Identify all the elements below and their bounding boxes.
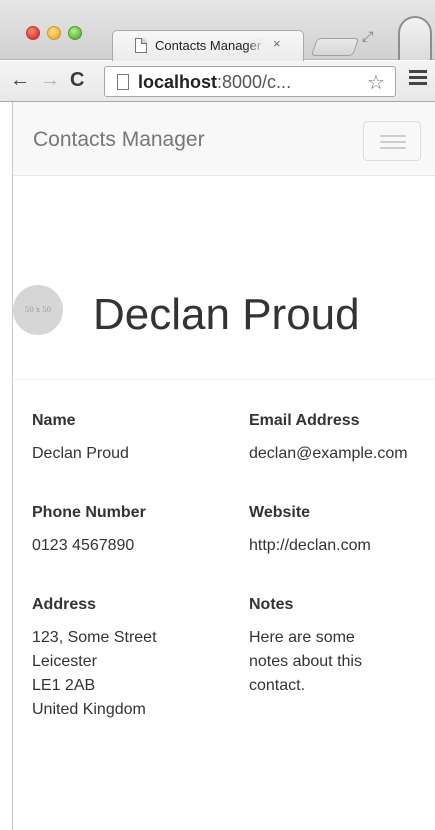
address-bar[interactable]: localhost:8000/c... ☆ [104,66,396,97]
phone-field: Phone Number 0123 4567890 [32,504,232,558]
tab-close-icon[interactable]: × [273,36,281,51]
website-field: Website http://declan.com [249,504,435,558]
new-tab-button[interactable] [310,38,360,56]
page-icon [135,38,147,53]
web-page: Contacts Manager 50 x 50 Declan Proud Na… [12,102,435,830]
browser-tab[interactable]: Contacts Manager × [112,30,304,61]
email-value[interactable]: declan@example.com [249,442,435,466]
name-field: Name Declan Proud [32,412,232,466]
notes-label: Notes [249,596,294,613]
website-value[interactable]: http://declan.com [249,534,435,558]
browser-toolbar: ← → C localhost:8000/c... ☆ [0,61,435,102]
forward-icon[interactable]: → [40,70,60,90]
bookmark-star-icon[interactable]: ☆ [367,70,385,95]
hamburger-menu-icon[interactable] [409,70,427,86]
tab-title: Contacts Manager [155,38,265,53]
contact-header: 50 x 50 Declan Proud [13,278,435,380]
close-window-button[interactable] [26,26,40,40]
page-title: Declan Proud [93,290,360,339]
notes-field: Notes Here are some notes about this con… [249,596,435,698]
profile-icon[interactable] [398,16,432,60]
phone-value: 0123 4567890 [32,537,135,554]
navbar-toggle-button[interactable] [363,121,421,161]
phone-label: Phone Number [32,504,146,521]
url-text: localhost:8000/c... [138,72,291,93]
navbar: Contacts Manager [13,102,435,176]
notes-value: Here are some notes about this contact. [249,629,362,694]
name-value: Declan Proud [32,445,129,462]
url-host: localhost [138,72,218,92]
url-path: :8000/c... [217,72,292,92]
reload-icon[interactable]: C [70,70,84,90]
address-value: 123, Some Street Leicester LE1 2AB Unite… [32,629,157,718]
website-label: Website [249,504,311,521]
navbar-brand[interactable]: Contacts Manager [33,128,205,152]
address-label: Address [32,596,97,613]
minimize-window-button[interactable] [47,26,61,40]
expand-icon[interactable]: ⤢ [362,28,373,45]
browser-titlebar: Contacts Manager × ⤢ [0,0,435,61]
address-field: Address 123, Some Street Leicester LE1 2… [32,596,232,722]
zoom-window-button[interactable] [68,26,82,40]
name-label: Name [32,412,76,429]
avatar: 50 x 50 [13,285,63,335]
email-label: Email Address [249,412,360,429]
page-icon [117,74,129,90]
back-icon[interactable]: ← [10,70,30,90]
email-field: Email Address declan@example.com [249,412,435,466]
